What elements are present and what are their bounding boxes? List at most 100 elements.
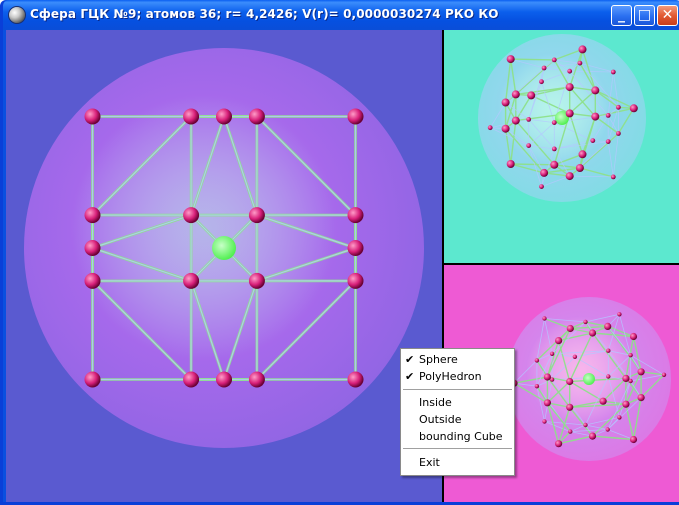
menu-separator — [403, 389, 512, 391]
atom — [610, 174, 616, 180]
atom — [84, 371, 101, 388]
atom — [565, 172, 574, 181]
atom — [583, 319, 588, 325]
atom — [501, 124, 510, 133]
menu-separator — [403, 448, 512, 450]
atom — [628, 353, 633, 358]
atom — [347, 272, 364, 289]
atom — [216, 371, 232, 388]
atom — [526, 117, 532, 122]
atom — [501, 98, 510, 107]
app-sphere-icon[interactable] — [9, 7, 25, 23]
minimize-button[interactable]: _ — [611, 5, 632, 26]
atom — [583, 422, 588, 428]
atom — [578, 150, 587, 159]
title-bar[interactable]: Сфера ГЦК №9; атомов 36; r= 4,2426; V(r)… — [3, 0, 679, 30]
atom — [539, 184, 544, 190]
atom — [549, 351, 555, 356]
atom — [622, 400, 630, 408]
polyhedron-edge — [510, 58, 555, 61]
atom — [610, 69, 616, 75]
atom — [527, 91, 536, 100]
atom — [566, 377, 574, 386]
atom — [248, 371, 265, 388]
atom — [506, 160, 515, 168]
atom — [347, 240, 364, 256]
atom — [588, 432, 597, 440]
atom — [526, 143, 532, 148]
maximize-button[interactable]: □ — [634, 5, 655, 26]
atom — [506, 55, 515, 64]
close-icon: ✕ — [661, 7, 674, 23]
close-button[interactable]: ✕ — [657, 5, 678, 26]
main-view[interactable] — [6, 30, 442, 502]
top-right-view-canvas[interactable] — [444, 30, 679, 263]
menu-item-label: Outside — [419, 413, 462, 426]
atom — [555, 337, 563, 345]
atom — [347, 207, 364, 224]
atom — [629, 435, 638, 444]
maximize-icon: □ — [637, 7, 652, 23]
atom — [534, 358, 540, 363]
atom — [183, 108, 200, 125]
atom — [637, 368, 645, 376]
atom — [84, 108, 101, 125]
atom — [606, 348, 611, 353]
atom — [347, 108, 364, 125]
atom — [534, 384, 540, 389]
menu-item-polyhedron[interactable]: ✔ PolyHedron — [401, 369, 514, 385]
atom — [248, 108, 265, 125]
menu-item-inside[interactable]: Inside — [401, 395, 514, 411]
menu-item-outside[interactable]: Outside — [401, 412, 514, 428]
app-window: Сфера ГЦК №9; атомов 36; r= 4,2426; V(r)… — [0, 0, 679, 505]
atom — [616, 131, 621, 136]
atom — [550, 160, 559, 169]
atom — [551, 120, 557, 125]
menu-item-label: Sphere — [419, 353, 458, 366]
menu-item-label: Inside — [419, 396, 452, 409]
atom — [577, 60, 583, 66]
atom — [84, 207, 101, 224]
check-icon: ✔ — [405, 370, 415, 383]
atom — [590, 138, 596, 143]
atom — [591, 86, 600, 95]
atom — [541, 65, 547, 71]
atom — [183, 371, 200, 388]
atom — [543, 399, 551, 407]
atom — [606, 374, 611, 379]
main-view-canvas[interactable] — [6, 30, 442, 502]
atom — [543, 373, 551, 381]
atom — [637, 394, 645, 402]
window-title: Сфера ГЦК №9; атомов 36; r= 4,2426; V(r)… — [30, 7, 499, 21]
atom — [578, 45, 587, 54]
atom — [511, 90, 520, 99]
atom — [661, 372, 667, 377]
atom — [542, 316, 547, 321]
atom — [551, 146, 557, 152]
atom — [248, 272, 265, 289]
atom — [568, 429, 573, 434]
atom — [605, 427, 610, 432]
top-right-view[interactable] — [444, 30, 679, 263]
atom — [599, 397, 607, 405]
atom — [183, 272, 200, 289]
atom — [629, 104, 638, 113]
center-atom — [583, 373, 595, 385]
atom — [248, 207, 265, 224]
atom — [539, 79, 544, 85]
atom — [84, 240, 101, 256]
atom — [565, 109, 574, 118]
menu-item-label: PolyHedron — [419, 370, 482, 383]
menu-item-label: bounding Cube — [419, 430, 503, 443]
atom — [567, 68, 573, 74]
atom — [566, 324, 574, 333]
atom — [622, 374, 630, 382]
atom — [84, 272, 101, 289]
menu-item-exit[interactable]: Exit — [401, 455, 514, 471]
atom — [565, 83, 574, 92]
menu-item-sphere[interactable]: ✔ Sphere — [401, 352, 514, 368]
client-area — [6, 30, 679, 502]
atom — [347, 371, 364, 388]
atom — [555, 440, 563, 448]
menu-item-bounding-cube[interactable]: bounding Cube — [401, 429, 514, 445]
